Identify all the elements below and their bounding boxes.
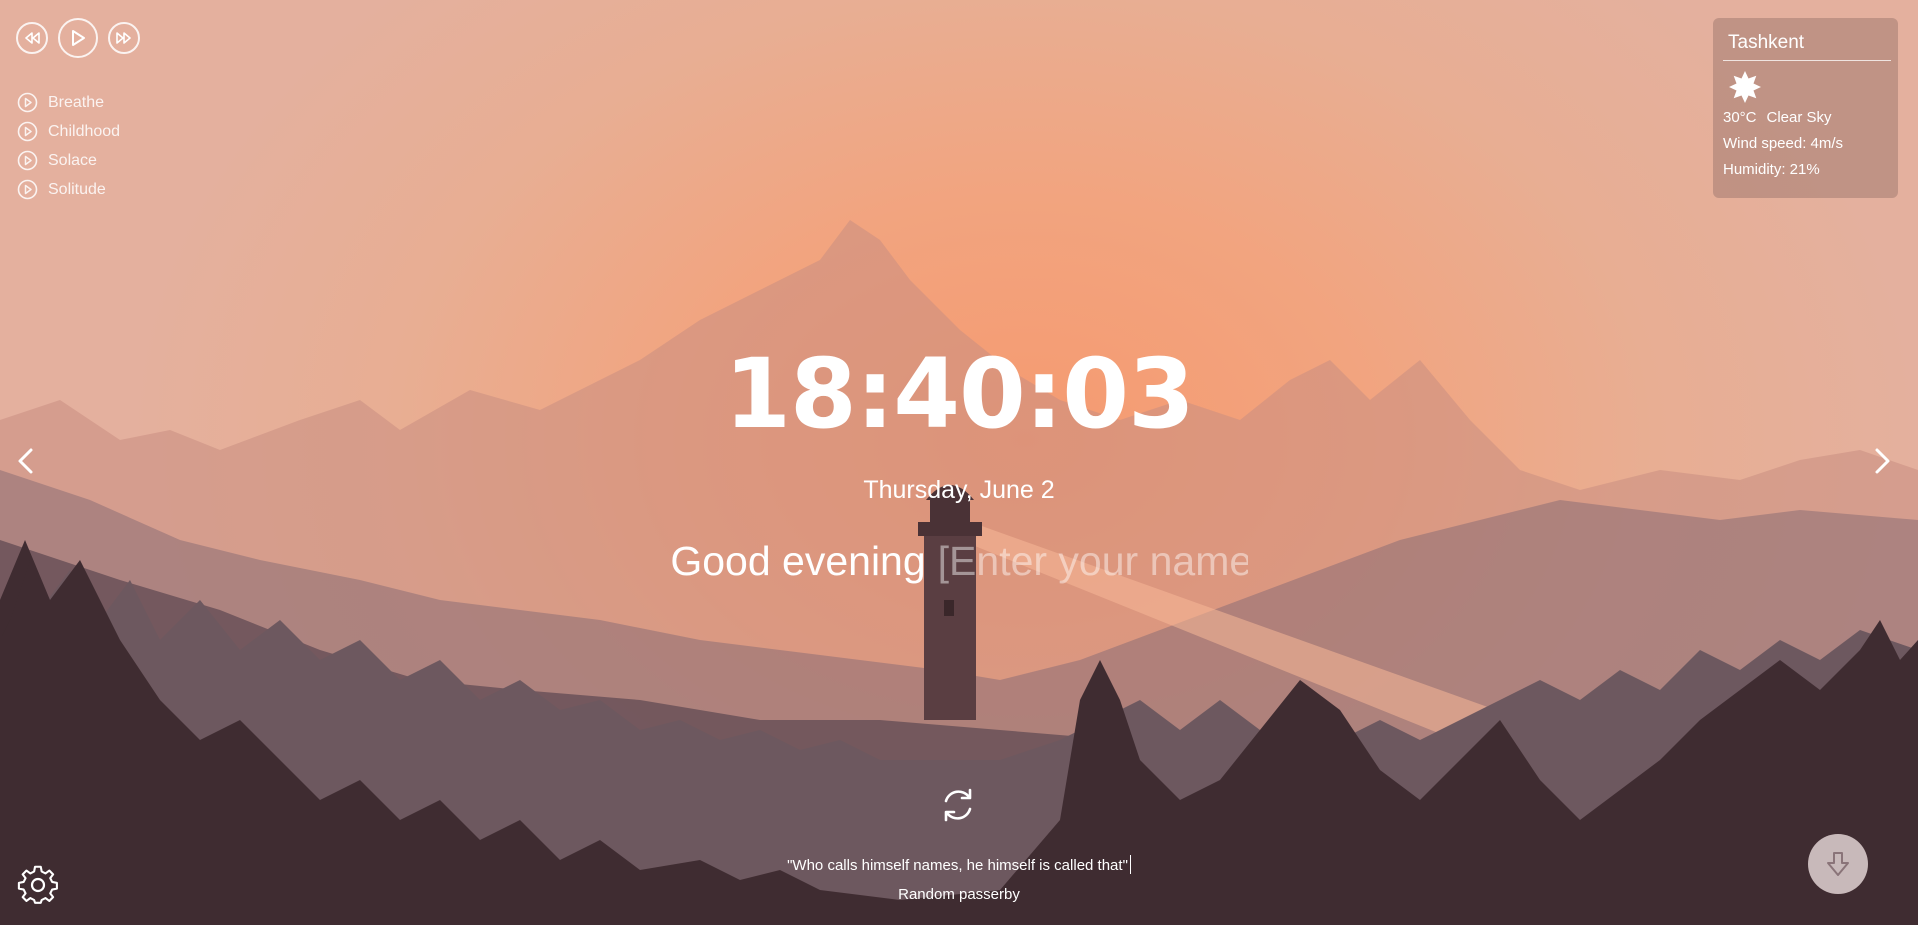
playlist-item-label: Solitude — [48, 180, 106, 198]
app-background: Breathe Childhood Solace Solitude Tashke… — [0, 0, 1918, 925]
current-date: Thursday, June 2 — [863, 476, 1055, 504]
greeting-row: Good evening — [0, 535, 1918, 587]
download-background-button[interactable] — [1808, 834, 1868, 894]
quote-text: "Who calls himself names, he himself is … — [787, 857, 1128, 874]
text-caret — [1129, 855, 1131, 874]
play-button[interactable] — [58, 18, 98, 58]
quote-author: Random passerby — [898, 886, 1020, 903]
play-circle-icon — [17, 150, 38, 171]
sun-icon — [1727, 69, 1763, 105]
city-input[interactable] — [1723, 32, 1891, 61]
wind-speed: Wind speed: 4m/s — [1723, 135, 1844, 152]
name-field-wrapper — [937, 538, 1248, 585]
quote-text-row: "Who calls himself names, he himself is … — [0, 855, 1918, 874]
playlist-item[interactable]: Breathe — [17, 88, 120, 117]
audio-player-controls — [16, 18, 140, 58]
playlist-item[interactable]: Solitude — [17, 175, 120, 204]
playlist-item[interactable]: Solace — [17, 146, 120, 175]
play-icon — [72, 30, 85, 46]
change-quote-button[interactable] — [937, 784, 979, 826]
download-arrow-icon — [1827, 852, 1849, 876]
play-circle-icon — [17, 121, 38, 142]
humidity: Humidity: 21% — [1723, 161, 1820, 178]
playlist-item-label: Breathe — [48, 93, 105, 111]
playlist: Breathe Childhood Solace Solitude — [17, 88, 120, 204]
refresh-icon — [944, 788, 972, 822]
play-circle-icon — [17, 92, 38, 113]
gear-icon — [17, 865, 58, 904]
temperature-value: 30°C — [1723, 109, 1757, 126]
previous-track-button[interactable] — [16, 22, 48, 54]
clock-time: 18:40:03 — [724, 338, 1195, 450]
playlist-item-label: Solace — [48, 151, 97, 169]
playlist-item[interactable]: Childhood — [17, 117, 120, 146]
play-circle-icon — [17, 179, 38, 200]
name-input[interactable] — [937, 538, 1248, 585]
temperature-row: 30°C Clear Sky — [1723, 105, 1889, 131]
settings-button[interactable] — [17, 864, 59, 906]
next-track-button[interactable] — [108, 22, 140, 54]
weather-widget: 30°C Clear Sky Wind speed: 4m/s Humidity:… — [1713, 18, 1898, 198]
rewind-icon — [25, 32, 40, 44]
fast-forward-icon — [116, 32, 131, 44]
weather-description: Clear Sky — [1766, 109, 1832, 126]
playlist-item-label: Childhood — [48, 122, 121, 140]
greeting-text: Good evening — [670, 538, 926, 584]
